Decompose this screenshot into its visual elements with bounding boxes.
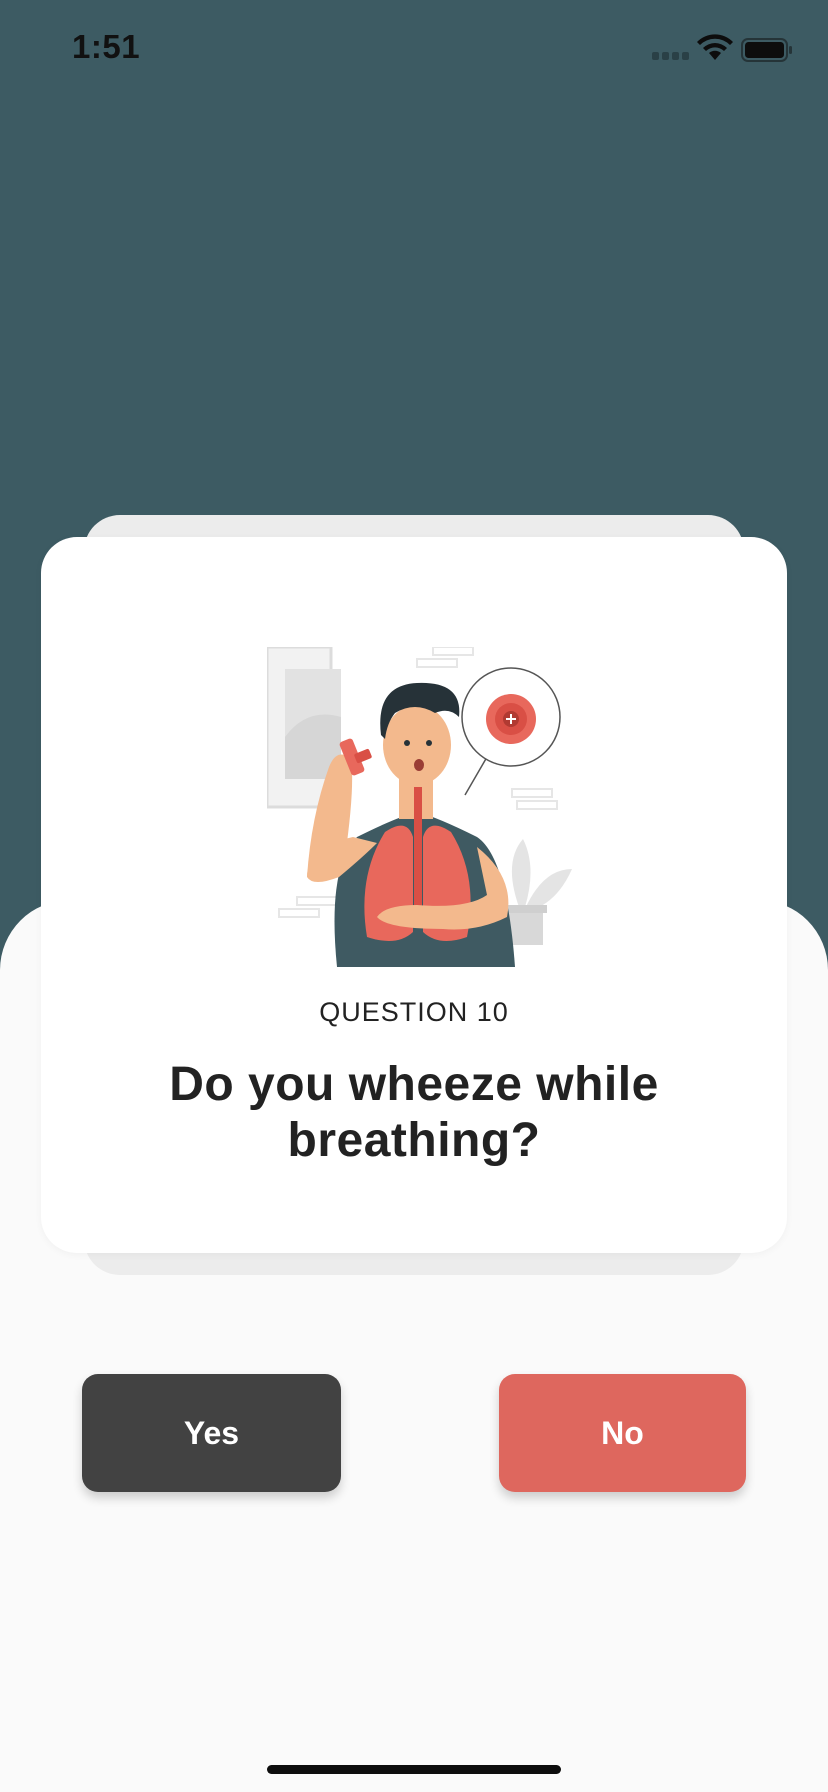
question-text: Do you wheeze while breathing? [169, 1058, 659, 1167]
yes-button[interactable]: Yes [82, 1374, 341, 1492]
question-card: QUESTION 10 Do you wheeze while breathin… [41, 537, 787, 1253]
question-number-label: QUESTION 10 [319, 997, 509, 1027]
status-time: 1:51 [72, 28, 141, 65]
battery-icon [741, 38, 792, 62]
no-button[interactable]: No [499, 1374, 746, 1492]
wifi-icon [697, 34, 733, 60]
asthma-inhaler-lungs-illustration [267, 647, 572, 967]
home-indicator[interactable] [267, 1765, 561, 1774]
cellular-signal-icon [652, 52, 690, 60]
